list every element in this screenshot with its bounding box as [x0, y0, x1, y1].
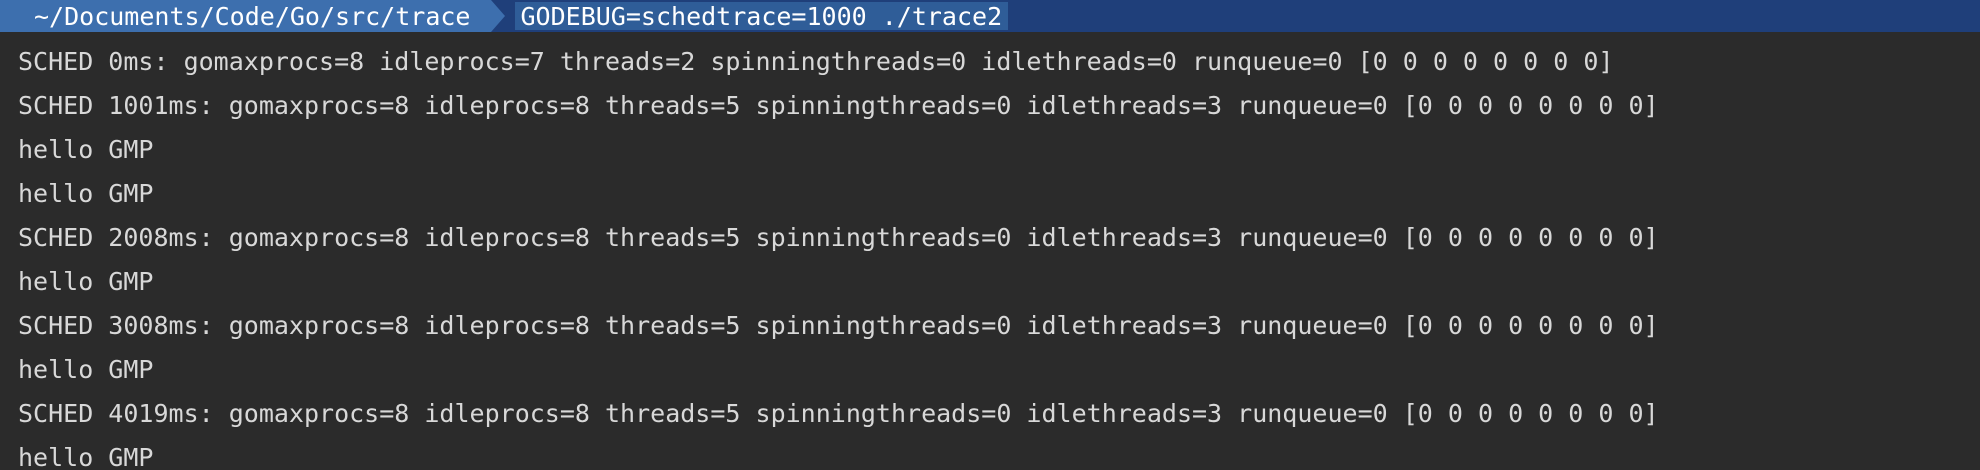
output-line: SCHED 4019ms: gomaxprocs=8 idleprocs=8 t… — [18, 399, 1659, 428]
terminal-output: SCHED 0ms: gomaxprocs=8 idleprocs=7 thre… — [18, 40, 1659, 470]
prompt-arrow-icon — [490, 0, 505, 32]
prompt-command[interactable]: GODEBUG=schedtrace=1000 ./trace2 — [514, 2, 1009, 31]
prompt-directory: ~/Documents/Code/Go/src/trace — [0, 0, 491, 32]
output-line: SCHED 1001ms: gomaxprocs=8 idleprocs=8 t… — [18, 91, 1659, 120]
prompt-bar: ~/Documents/Code/Go/src/trace GODEBUG=sc… — [0, 0, 1980, 32]
output-line: hello GMP — [18, 179, 154, 208]
output-line: SCHED 2008ms: gomaxprocs=8 idleprocs=8 t… — [18, 223, 1659, 252]
output-line: SCHED 0ms: gomaxprocs=8 idleprocs=7 thre… — [18, 47, 1614, 76]
output-line: hello GMP — [18, 135, 154, 164]
output-line: hello GMP — [18, 443, 154, 470]
output-line: hello GMP — [18, 355, 154, 384]
output-line: SCHED 3008ms: gomaxprocs=8 idleprocs=8 t… — [18, 311, 1659, 340]
terminal-window[interactable]: ~/Documents/Code/Go/src/trace GODEBUG=sc… — [0, 0, 1980, 470]
output-line: hello GMP — [18, 267, 154, 296]
